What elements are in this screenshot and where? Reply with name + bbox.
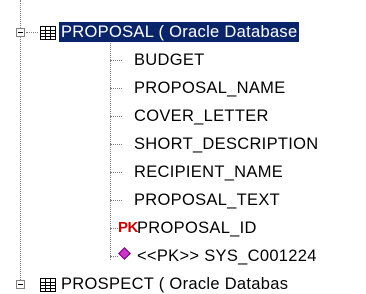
column-node[interactable]: PROPOSAL_NAME [134,78,286,98]
tree-connector [26,32,38,33]
column-node-pk[interactable]: PROPOSAL_ID [137,218,257,238]
tree-connector [110,36,111,260]
tree-connector [110,200,122,201]
tree-connector [110,256,118,257]
column-node[interactable]: SHORT_DESCRIPTION [134,134,319,154]
table-node-proposal[interactable]: PROPOSAL ( Oracle Database [59,22,300,42]
table-icon [40,278,56,292]
column-node[interactable]: COVER_LETTER [134,106,269,126]
column-node[interactable]: BUDGET [134,50,205,70]
schema-tree: PROPOSAL ( Oracle Database BUDGET PROPOS… [0,0,366,293]
table-node-prospect[interactable]: PROSPECT ( Oracle Databas [61,274,288,294]
tree-connector [110,116,122,117]
tree-connector [110,60,122,61]
table-icon [40,26,56,40]
tree-connector [110,144,122,145]
tree-connector [110,172,122,173]
column-node[interactable]: RECIPIENT_NAME [134,162,283,182]
tree-connector [110,228,118,229]
tree-connector [20,0,21,288]
column-node[interactable]: PROPOSAL_TEXT [134,190,280,210]
collapse-toggle[interactable] [16,28,25,37]
diamond-icon [118,247,131,260]
constraint-node[interactable]: <<PK>> SYS_C001224 [137,246,317,266]
primary-key-icon: PK [118,219,138,236]
tree-connector [110,88,122,89]
